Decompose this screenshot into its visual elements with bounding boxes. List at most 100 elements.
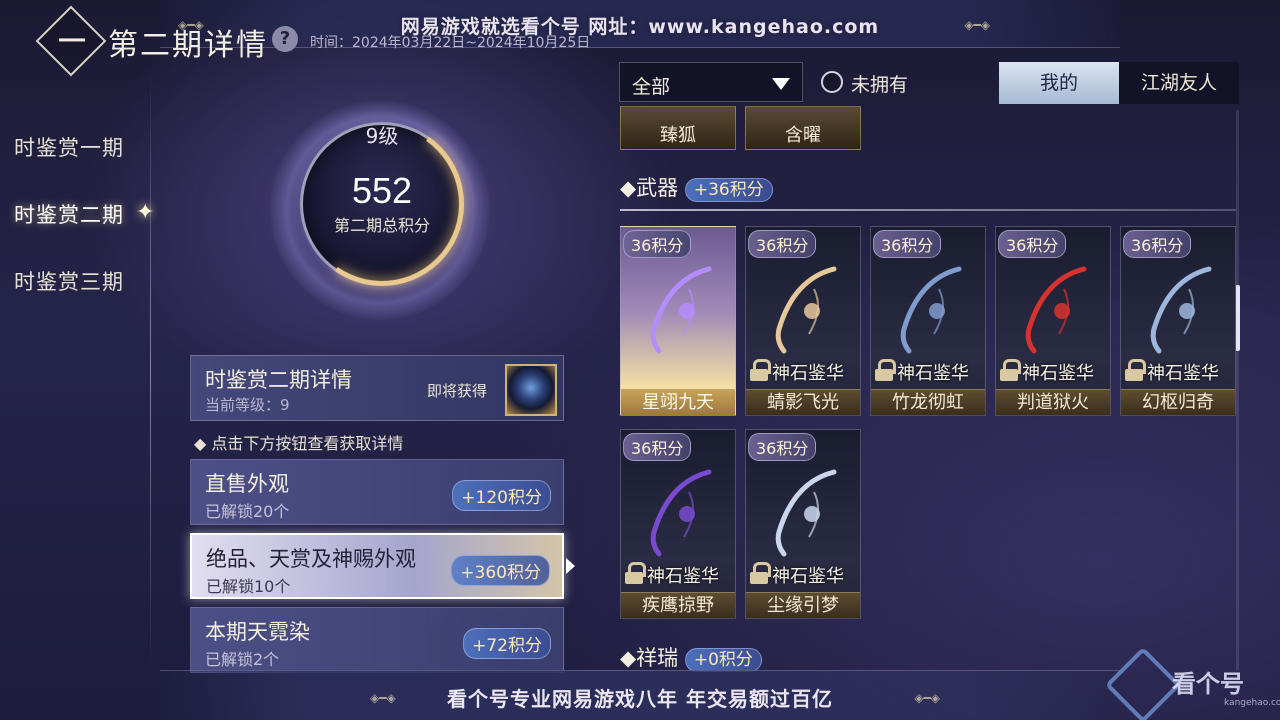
item-name: 疾鹰掠野	[621, 592, 735, 618]
weapon-art-icon	[1150, 266, 1212, 354]
weapon-art-icon	[775, 469, 837, 557]
item-name: 尘缘引梦	[746, 592, 860, 618]
item-source: 神石鉴华	[897, 363, 969, 384]
category-unlocked: 已解锁10个	[206, 577, 291, 596]
item-name: 竹龙彻虹	[871, 389, 985, 415]
weapon-item-card[interactable]: 36积分神石鉴华竹龙彻虹	[870, 226, 986, 416]
back-button[interactable]	[35, 5, 107, 77]
back-arrow-icon	[59, 38, 86, 42]
total-score: 552	[351, 170, 413, 211]
item-name: 判道狱火	[996, 389, 1110, 415]
period-detail-card[interactable]: 时鉴赏二期详情 当前等级：9 即将获得	[190, 355, 564, 421]
bottom-watermark-banner: ◈━◈ 看个号专业网易游戏八年 年交易额过百亿 ◈━◈	[160, 670, 1120, 720]
diamond-bullet-icon: ◆	[194, 434, 212, 453]
category-direct-sale[interactable]: 直售外观 已解锁20个 +120积分	[190, 459, 564, 525]
category-unlocked: 已解锁20个	[205, 502, 290, 521]
category-dye[interactable]: 本期天霓染 已解锁2个 +72积分	[190, 607, 564, 673]
points-badge: 36积分	[748, 230, 817, 258]
lock-icon	[750, 359, 771, 381]
weapon-ornament	[679, 303, 695, 319]
dropdown-triangle-icon	[772, 78, 790, 90]
category-name: 绝品、天赏及神赐外观	[206, 547, 416, 571]
category-name: 本期天霓染	[205, 620, 310, 644]
weapon-item-card[interactable]: 36积分 神石鉴华 判道狱火	[995, 226, 1111, 416]
weapon-item-card[interactable]: 36积分星翊九天	[620, 226, 736, 416]
nav-divider	[150, 70, 151, 670]
item-source: 神石鉴华	[1022, 363, 1094, 384]
weapon-art-icon	[650, 266, 712, 354]
item-source: 神石鉴华	[1147, 363, 1219, 384]
logo-text: 看个号	[1172, 670, 1244, 698]
total-score-label: 第二期总积分	[333, 216, 430, 235]
logo-url: kangehao.com	[1224, 698, 1280, 708]
bottom-watermark-text: 看个号专业网易游戏八年 年交易额过百亿	[447, 687, 833, 711]
active-star-icon: ✦	[136, 200, 155, 225]
nav-item-period-3[interactable]: 时鉴赏三期	[14, 266, 124, 296]
category-points: +72积分	[463, 628, 551, 659]
ornament-icon: ◈━◈	[964, 18, 990, 32]
points-badge: 36积分	[623, 230, 692, 258]
hint-text: ◆ 点击下方按钮查看获取详情	[194, 434, 404, 453]
filter-value: 全部	[632, 76, 671, 98]
current-level: 当前等级：9	[205, 396, 290, 414]
prev-item-card[interactable]: 臻狐	[620, 106, 736, 150]
item-source: 神石鉴华	[772, 566, 844, 587]
weapon-item-card[interactable]: 36积分神石鉴华蜻影飞光	[745, 226, 861, 416]
weapon-ornament	[804, 506, 820, 522]
section-header-auspicious: ◆祥瑞 +0积分	[620, 642, 762, 672]
corner-logo: 看个号 kangehao.com	[1104, 646, 1280, 720]
nav-item-period-1[interactable]: 时鉴赏一期	[14, 132, 124, 162]
section-title: 祥瑞	[636, 646, 679, 670]
help-icon[interactable]: ?	[272, 26, 298, 52]
weapon-art-icon	[650, 469, 712, 557]
weapon-item-card[interactable]: 36积分神石鉴华尘缘引梦	[745, 429, 861, 619]
weapon-art-icon	[775, 266, 837, 354]
weapon-art-icon	[1025, 266, 1087, 354]
item-source: 神石鉴华	[772, 363, 844, 384]
tab-friends[interactable]: 江湖友人	[1119, 62, 1239, 104]
weapon-ornament	[1179, 303, 1195, 319]
diamond-bullet-icon: ◆	[620, 646, 637, 670]
reward-thumbnail[interactable]	[505, 364, 557, 416]
scrollbar-track[interactable]	[1236, 110, 1239, 670]
ornament-icon: ◈━◈	[914, 691, 940, 705]
top-watermark-banner: ◈━◈ 网易游戏就选看个号 网址：www.kangehao.com ◈━◈	[160, 0, 1120, 48]
weapon-item-card[interactable]: 36积分神石鉴华疾鹰掠野	[620, 429, 736, 619]
category-premium[interactable]: 绝品、天赏及神赐外观 已解锁10个 +360积分	[190, 533, 564, 599]
section-points: +36积分	[684, 178, 773, 202]
category-points: +360积分	[451, 555, 550, 586]
prev-item-card[interactable]: 含曜	[745, 106, 861, 150]
points-badge: 36积分	[623, 433, 692, 461]
item-name: 蜻影飞光	[746, 389, 860, 415]
level-label: 9级	[365, 124, 399, 148]
item-name: 含曜	[785, 125, 821, 146]
weapon-ornament	[1054, 303, 1070, 319]
lock-icon	[750, 562, 771, 584]
item-source: 神石鉴华	[647, 566, 719, 587]
lock-icon	[1125, 359, 1146, 381]
eye-logo-icon	[1104, 646, 1182, 720]
points-badge: 36积分	[873, 230, 942, 258]
nav-item-period-2[interactable]: 时鉴赏二期	[14, 199, 124, 229]
section-title: 武器	[636, 176, 679, 200]
lock-icon	[875, 359, 896, 381]
diamond-bullet-icon: ◆	[620, 176, 637, 200]
lock-icon	[1000, 359, 1021, 381]
filter-dropdown[interactable]: 全部	[619, 62, 803, 102]
selected-arrow-icon	[566, 558, 575, 574]
section-header-weapons: ◆武器 +36积分	[620, 172, 773, 202]
weapon-art-icon	[900, 266, 962, 354]
weapon-item-card[interactable]: 36积分 神石鉴华 幻枢归奇	[1120, 226, 1236, 416]
weapon-ornament	[929, 303, 945, 319]
tab-mine[interactable]: 我的	[999, 62, 1119, 104]
section-points: +0积分	[684, 648, 762, 672]
soon-label: 即将获得	[427, 382, 488, 400]
points-badge: 36积分	[748, 433, 817, 461]
section-divider	[620, 209, 1236, 211]
item-name: 星翊九天	[621, 389, 735, 415]
page-title: 第二期详情	[108, 28, 268, 63]
category-points: +120积分	[452, 480, 551, 511]
period-time: 时间：2024年03月22日~2024年10月25日	[310, 35, 591, 51]
unowned-label[interactable]: 未拥有	[851, 70, 908, 97]
unowned-radio[interactable]	[821, 71, 843, 93]
